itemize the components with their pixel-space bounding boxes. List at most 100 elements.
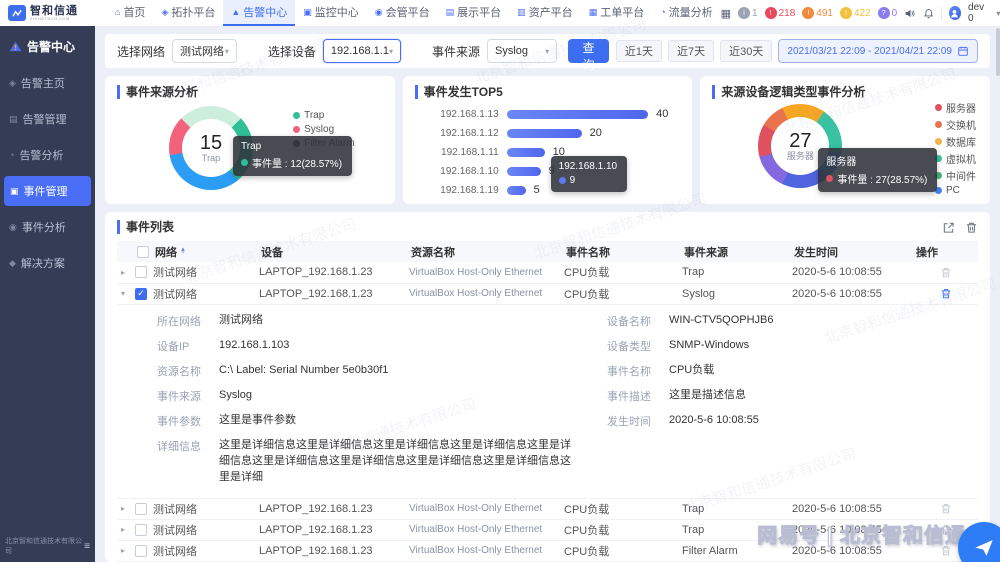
badge-minor[interactable]: !422 (840, 7, 871, 19)
daterange-picker[interactable]: 2021/03/21 22:09 - 2021/04/21 22:09 (778, 39, 978, 63)
apps-grid-icon[interactable]: ▦ (721, 7, 731, 20)
tab-meeting-platform[interactable]: ◉会管平台 (367, 0, 438, 26)
delete-row-icon[interactable] (940, 266, 952, 279)
sidebar-item-event-manage[interactable]: ▣事件管理 (4, 176, 91, 206)
tab-ticket-platform[interactable]: ▦工单平台 (581, 0, 653, 26)
delete-row-icon[interactable] (940, 502, 952, 515)
sort-icon[interactable]: ▲▼ (180, 249, 186, 255)
row-checkbox[interactable] (135, 503, 147, 515)
tab-alarm-center[interactable]: ▲告警中心 (223, 0, 295, 26)
detail-value: 这里是描述信息 (669, 388, 746, 404)
alarm-analysis-icon: ◔ (9, 150, 14, 160)
chart-tooltip: 服务器 事件量 : 27(28.57%) (818, 148, 937, 192)
table-row[interactable]: ▸ 测试网络 LAPTOP_192.168.1.23 VirtualBox Ho… (117, 499, 978, 520)
expand-icon[interactable]: ▸ (121, 268, 129, 277)
user-avatar[interactable] (949, 6, 961, 20)
collapse-menu-icon[interactable]: ≡ (84, 541, 90, 552)
detail-label: 事件参数 (157, 413, 219, 429)
bar[interactable] (507, 110, 648, 119)
cell-source: Trap (682, 503, 792, 515)
select-all-checkbox[interactable] (137, 246, 149, 258)
badge-critical[interactable]: !218 (765, 7, 796, 19)
legend-item-vm[interactable]: 虚拟机 (935, 151, 976, 166)
legend-item-middleware[interactable]: 中间件 (935, 168, 976, 183)
delete-row-icon[interactable] (940, 287, 952, 300)
table-row[interactable]: ▸ 测试网络 LAPTOP_192.168.1.23 VirtualBox Ho… (117, 262, 978, 283)
delete-all-icon[interactable] (965, 221, 978, 234)
badge-info[interactable]: i1 (738, 7, 758, 19)
table-row[interactable]: ▾✓ 测试网络 LAPTOP_192.168.1.23 VirtualBox H… (117, 284, 978, 305)
sidebar-item-alarm-home[interactable]: ◈告警主页 (0, 68, 95, 98)
sidebar-item-solution[interactable]: ◆ 解决方案 (0, 248, 95, 278)
row-checkbox[interactable] (135, 266, 147, 278)
legend-item-pc[interactable]: PC (935, 185, 976, 196)
expand-icon[interactable]: ▸ (121, 546, 129, 555)
badge-major[interactable]: !491 (802, 7, 833, 19)
display-icon: ▤ (446, 7, 455, 18)
legend-item-syslog[interactable]: Syslog (293, 124, 355, 135)
tab-display-platform[interactable]: ▤展示平台 (438, 0, 510, 26)
tab-traffic-analysis[interactable]: ◔流量分析 (652, 0, 720, 26)
tab-topology[interactable]: ◈拓扑平台 (153, 0, 223, 26)
row-checkbox[interactable]: ✓ (135, 288, 147, 300)
main-content: 选择网络 测试网络▾ 选择设备 192.168.1.1▾ 事件来源 Syslog… (95, 26, 1000, 562)
top5-bar-chart[interactable]: 192.168.1.1340 192.168.1.1220 192.168.1.… (421, 108, 669, 196)
bar-row: 192.168.1.1340 (421, 108, 669, 120)
query-button[interactable]: 查询 (568, 39, 609, 63)
sidebar-item-alarm-manage[interactable]: ▤告警管理 (0, 104, 95, 134)
tab-asset-platform[interactable]: ▥资产平台 (509, 0, 581, 26)
donut-center-label: Trap (202, 154, 220, 163)
last-7-days-button[interactable]: 近7天 (668, 40, 714, 62)
scrollbar-thumb[interactable] (996, 28, 1000, 76)
bar[interactable] (507, 167, 541, 176)
source-select[interactable]: Syslog▾ (487, 39, 557, 63)
cell-device: LAPTOP_192.168.1.23 (259, 266, 409, 278)
sidebar: 告警中心 ◈告警主页 ▤告警管理 ◔告警分析 ▣事件管理 ◉事件分析 ◆解决方案… (0, 26, 95, 562)
cell-network: 测试网络 (153, 264, 259, 280)
device-select[interactable]: 192.168.1.1▾ (323, 39, 401, 63)
export-icon[interactable] (942, 221, 955, 234)
badge-unknown[interactable]: ?0 (878, 7, 898, 19)
solution-icon: ◆ (9, 258, 16, 269)
tab-label: 会管平台 (386, 4, 430, 20)
speaker-icon[interactable] (904, 7, 915, 20)
table-header-row: 网络▲▼ 设备 资源名称 事件名称 事件来源 发生时间 操作 (117, 241, 978, 262)
expand-icon[interactable]: ▸ (121, 504, 129, 513)
row-checkbox[interactable] (135, 545, 147, 557)
collapse-icon[interactable]: ▾ (121, 289, 129, 298)
detail-label: 设备类型 (607, 338, 669, 354)
event-list-card: 事件列表 网络▲▼ 设备 资源名称 事件名称 事件来源 发生时间 操作 ▸ 测试… (105, 212, 990, 562)
cell-time: 2020-5-6 10:08:55 (792, 503, 914, 515)
bar[interactable] (507, 129, 582, 138)
sidebar-item-event-analysis[interactable]: ◉事件分析 (0, 212, 95, 242)
bell-icon[interactable] (923, 7, 934, 20)
legend-item-switch[interactable]: 交换机 (935, 117, 976, 132)
network-select[interactable]: 测试网络▾ (172, 39, 237, 63)
meeting-icon: ◉ (375, 7, 383, 18)
legend-label: 交换机 (946, 117, 976, 132)
expand-icon[interactable]: ▸ (121, 525, 129, 534)
user-name[interactable]: dev 0 (968, 2, 989, 24)
sidebar-item-alarm-analysis[interactable]: ◔告警分析 (0, 140, 95, 170)
bar[interactable] (507, 186, 526, 195)
legend-item-trap[interactable]: Trap (293, 110, 355, 121)
bar[interactable] (507, 148, 545, 157)
detail-label: 事件来源 (157, 388, 219, 404)
legend-item-database[interactable]: 数据库 (935, 134, 976, 149)
tab-monitor-center[interactable]: ▣监控中心 (295, 0, 367, 26)
detail-label: 所在网络 (157, 313, 219, 329)
cell-resource: VirtualBox Host-Only Ethernet (409, 503, 564, 514)
monitor-icon: ▣ (303, 7, 312, 18)
row-checkbox[interactable] (135, 524, 147, 536)
legend-item-server[interactable]: 服务器 (935, 100, 976, 115)
app-logo[interactable]: 智和信通 ZHIHETECH.COM (0, 5, 95, 21)
last-1-day-button[interactable]: 近1天 (616, 40, 662, 62)
filter-bar: 选择网络 测试网络▾ 选择设备 192.168.1.1▾ 事件来源 Syslog… (105, 34, 990, 68)
chevron-down-icon[interactable]: ▾ (996, 9, 1000, 18)
chevron-down-icon: ▾ (545, 47, 549, 56)
tab-home[interactable]: ⌂首页 (107, 0, 153, 26)
tooltip-dot (826, 175, 833, 182)
sidebar-item-label: 解决方案 (21, 255, 65, 271)
detail-value: 这里是详细信息这里是详细信息这里是详细信息这里是详细信息这里是详细信息这里是详细… (219, 438, 579, 486)
last-30-days-button[interactable]: 近30天 (720, 40, 772, 62)
